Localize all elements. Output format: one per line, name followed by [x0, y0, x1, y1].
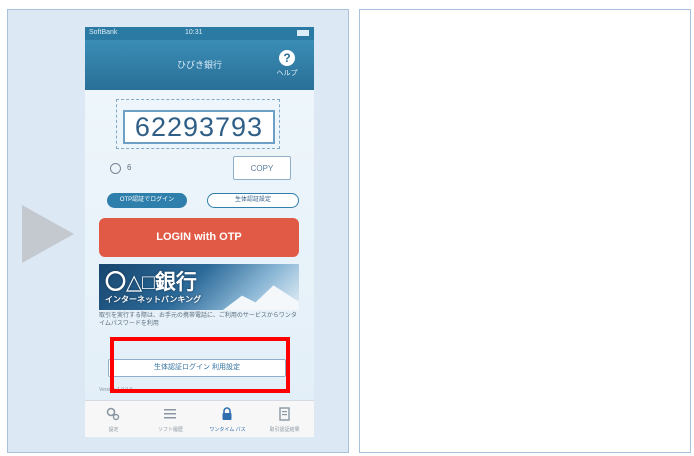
help-button[interactable]: ? ヘルプ [270, 50, 304, 78]
otp-code: 62293793 [123, 110, 275, 144]
tab-otp-login[interactable]: OTP認証でログイン [107, 193, 187, 208]
right-panel [359, 9, 691, 453]
nav-bar: ひびき銀行 ? ヘルプ [85, 40, 314, 90]
lock-icon [222, 407, 232, 420]
login-otp-button[interactable]: LOGIN with OTP [99, 218, 299, 257]
document-icon [279, 407, 290, 421]
clock-icon [110, 163, 121, 174]
arrow-right-icon [22, 205, 74, 263]
help-label: ヘルプ [276, 70, 298, 77]
tab-biometric-settings[interactable]: 生体認証設定 [207, 193, 299, 208]
copy-button[interactable]: COPY [233, 156, 291, 180]
battery-icon [297, 30, 309, 36]
carrier-label: SoftBank [89, 29, 118, 36]
list-icon [164, 409, 176, 419]
mountain-image [215, 285, 299, 310]
banner-title: 〇△□銀行 [105, 271, 197, 294]
bank-banner[interactable]: 〇△□銀行 インターネットバンキング [99, 264, 299, 310]
otp-timer: 6 [127, 163, 132, 172]
status-bar: SoftBank 10:31 [85, 27, 314, 40]
tab-label-history: ソフト履歴 [157, 427, 183, 433]
highlight-box [110, 337, 290, 393]
tab-label-settings: 設定 [108, 427, 119, 433]
tab-label-transaction-result: 取引認証結果 [269, 427, 300, 433]
clock-label: 10:31 [185, 29, 203, 36]
tab-transaction-result[interactable]: 取引認証結果 [256, 401, 313, 437]
tab-onetime-pass[interactable]: ワンタイム パス [199, 401, 256, 437]
banner-subtitle: インターネットバンキング [105, 295, 202, 304]
tab-settings[interactable]: 設定 [85, 401, 142, 437]
tab-label-onetime-pass: ワンタイム パス [209, 427, 246, 433]
gear-icon [106, 407, 120, 421]
tab-history[interactable]: ソフト履歴 [142, 401, 199, 437]
description-text: 取引を実行する際は、お手元の携帯電話に、ご利用のサービスからワンタイムパスワード… [99, 313, 297, 327]
tab-bar: 設定 ソフト履歴 ワンタイム パス 取引認証結果 [85, 400, 314, 437]
help-icon: ? [279, 50, 295, 66]
